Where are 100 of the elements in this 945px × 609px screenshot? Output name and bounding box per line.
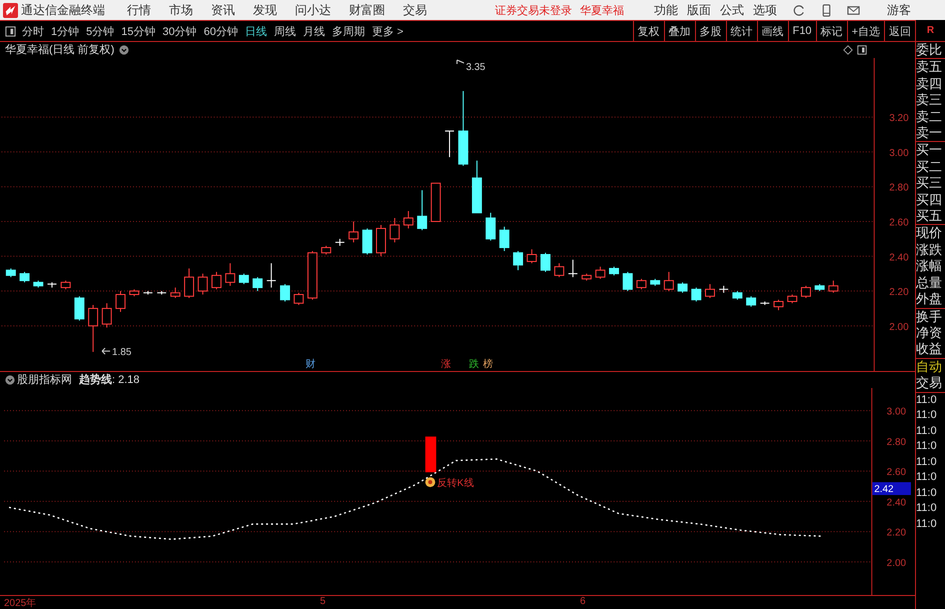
menu-item[interactable]: 资讯	[211, 2, 235, 18]
menu-item[interactable]: 发现	[253, 2, 277, 18]
period-tab[interactable]: 分时	[22, 24, 44, 38]
price-axis-label: 2.80	[889, 182, 909, 194]
high-price-label: 3.35	[466, 62, 486, 73]
price-axis-label: 2.40	[889, 252, 909, 264]
panel-toggle-icon[interactable]	[5, 26, 16, 36]
menu-item[interactable]: 行情	[127, 2, 151, 18]
indicator-value: 趋势线: 2.18	[79, 372, 140, 388]
event-marker[interactable]: 涨	[441, 359, 452, 370]
period-tab[interactable]: 1分钟	[51, 24, 80, 38]
candlestick	[417, 190, 428, 231]
auto-label[interactable]: 自动	[916, 358, 945, 376]
app-title: 通达信金融终端	[21, 2, 105, 18]
signal-bar	[425, 436, 436, 472]
quote-field-label: 卖一	[916, 125, 943, 142]
candlestick	[622, 271, 633, 292]
event-marker[interactable]: 财	[305, 359, 316, 370]
menu-item[interactable]: 市场	[169, 2, 193, 18]
candlestick	[142, 290, 153, 295]
indicator-axis-label: 2.00	[886, 558, 906, 569]
refresh-icon[interactable]	[793, 4, 806, 16]
period-tab[interactable]: 周线	[274, 24, 296, 38]
period-tab[interactable]: 30分钟	[162, 24, 197, 38]
menu-item[interactable]: 问小达	[295, 2, 331, 18]
price-axis-label: 2.60	[889, 217, 909, 228]
time-axis-label: 5	[320, 596, 326, 607]
menu-item[interactable]: 版面	[687, 2, 711, 18]
quote-field-label: 卖五	[916, 59, 943, 76]
candlestick	[678, 282, 688, 294]
menu-item[interactable]: 交易	[403, 2, 427, 18]
indicator-axis-label: 2.20	[886, 527, 906, 538]
quote-field-label: 换手	[916, 308, 943, 325]
chart-title: 华夏幸福(日线 前复权)	[5, 43, 114, 58]
quote-field-label: 买三	[916, 175, 943, 192]
candlestick	[280, 284, 290, 302]
candlestick	[170, 287, 180, 298]
period-tab[interactable]: 15分钟	[121, 24, 156, 38]
candlestick	[294, 292, 304, 306]
candlestick	[554, 262, 564, 278]
indicator-axis-label: 2.40	[886, 497, 906, 508]
candlestick	[198, 273, 208, 295]
quote-field-label: 买四	[916, 192, 943, 208]
menu-item[interactable]: 公式	[720, 2, 744, 18]
login-status: 证券交易未登录	[495, 4, 572, 18]
user-name[interactable]: 游客	[887, 2, 911, 18]
time-axis-label: 2025年	[4, 597, 36, 609]
candlestick	[800, 285, 811, 298]
menu-item[interactable]: 选项	[753, 2, 777, 18]
candlestick	[88, 304, 98, 352]
candlestick	[266, 262, 276, 288]
period-tab[interactable]: 60分钟	[204, 24, 238, 38]
period-tab[interactable]: 月线	[303, 24, 325, 38]
event-marker[interactable]: 跌	[468, 359, 479, 370]
candlestick	[664, 271, 674, 292]
trade-time: 11:0	[916, 501, 938, 516]
period-tab[interactable]: 更多 >	[372, 24, 404, 38]
event-marker[interactable]: 榜	[482, 359, 493, 370]
trade-time: 11:0	[916, 392, 938, 408]
quote-field-label: 收益	[916, 341, 943, 358]
menu-item[interactable]: 财富圈	[349, 2, 385, 18]
period-tab[interactable]: 日线	[245, 24, 267, 38]
menu-item[interactable]: 功能	[654, 2, 678, 18]
candlestick	[718, 285, 729, 294]
candlestick	[814, 284, 825, 292]
chevron-down-icon[interactable]	[5, 374, 15, 385]
chevron-down-icon[interactable]	[119, 44, 130, 55]
period-tab[interactable]: 多周期	[332, 24, 365, 38]
trade-time: 11:0	[916, 486, 938, 501]
candlestick	[212, 271, 222, 290]
candlestick	[499, 226, 510, 252]
candlestick	[732, 290, 742, 300]
candlestick	[774, 299, 784, 311]
diamond-icon[interactable]	[843, 44, 853, 55]
low-price-label: 1.85	[112, 347, 132, 358]
indicator-axis-label: 2.80	[886, 436, 906, 448]
candlestick	[6, 268, 16, 278]
candlestick	[472, 160, 482, 214]
panel-toggle-icon[interactable]	[857, 44, 867, 55]
candlestick	[760, 300, 770, 306]
candlestick	[348, 220, 359, 243]
quote-field-label: 外盘	[916, 291, 943, 308]
candlestick	[47, 282, 57, 288]
quote-field-label: 买二	[916, 158, 943, 176]
price-axis-label: 3.20	[889, 113, 909, 124]
period-tab[interactable]: 5分钟	[86, 24, 114, 38]
candlestick	[746, 296, 756, 308]
price-axis-label: 2.00	[889, 322, 909, 333]
indicator-name: 股朋指标网	[17, 373, 72, 388]
mail-icon[interactable]	[847, 4, 860, 16]
corner-label: R	[926, 25, 934, 36]
phone-icon[interactable]	[820, 4, 833, 16]
candlestick	[33, 280, 44, 288]
candlestick	[787, 294, 798, 304]
current-value-tag	[872, 482, 911, 495]
trade-time: 11:0	[916, 408, 938, 424]
app-logo-icon	[3, 2, 18, 18]
candlestick	[156, 290, 167, 295]
trade-label: 交易	[916, 375, 943, 392]
candlestick	[430, 182, 441, 222]
